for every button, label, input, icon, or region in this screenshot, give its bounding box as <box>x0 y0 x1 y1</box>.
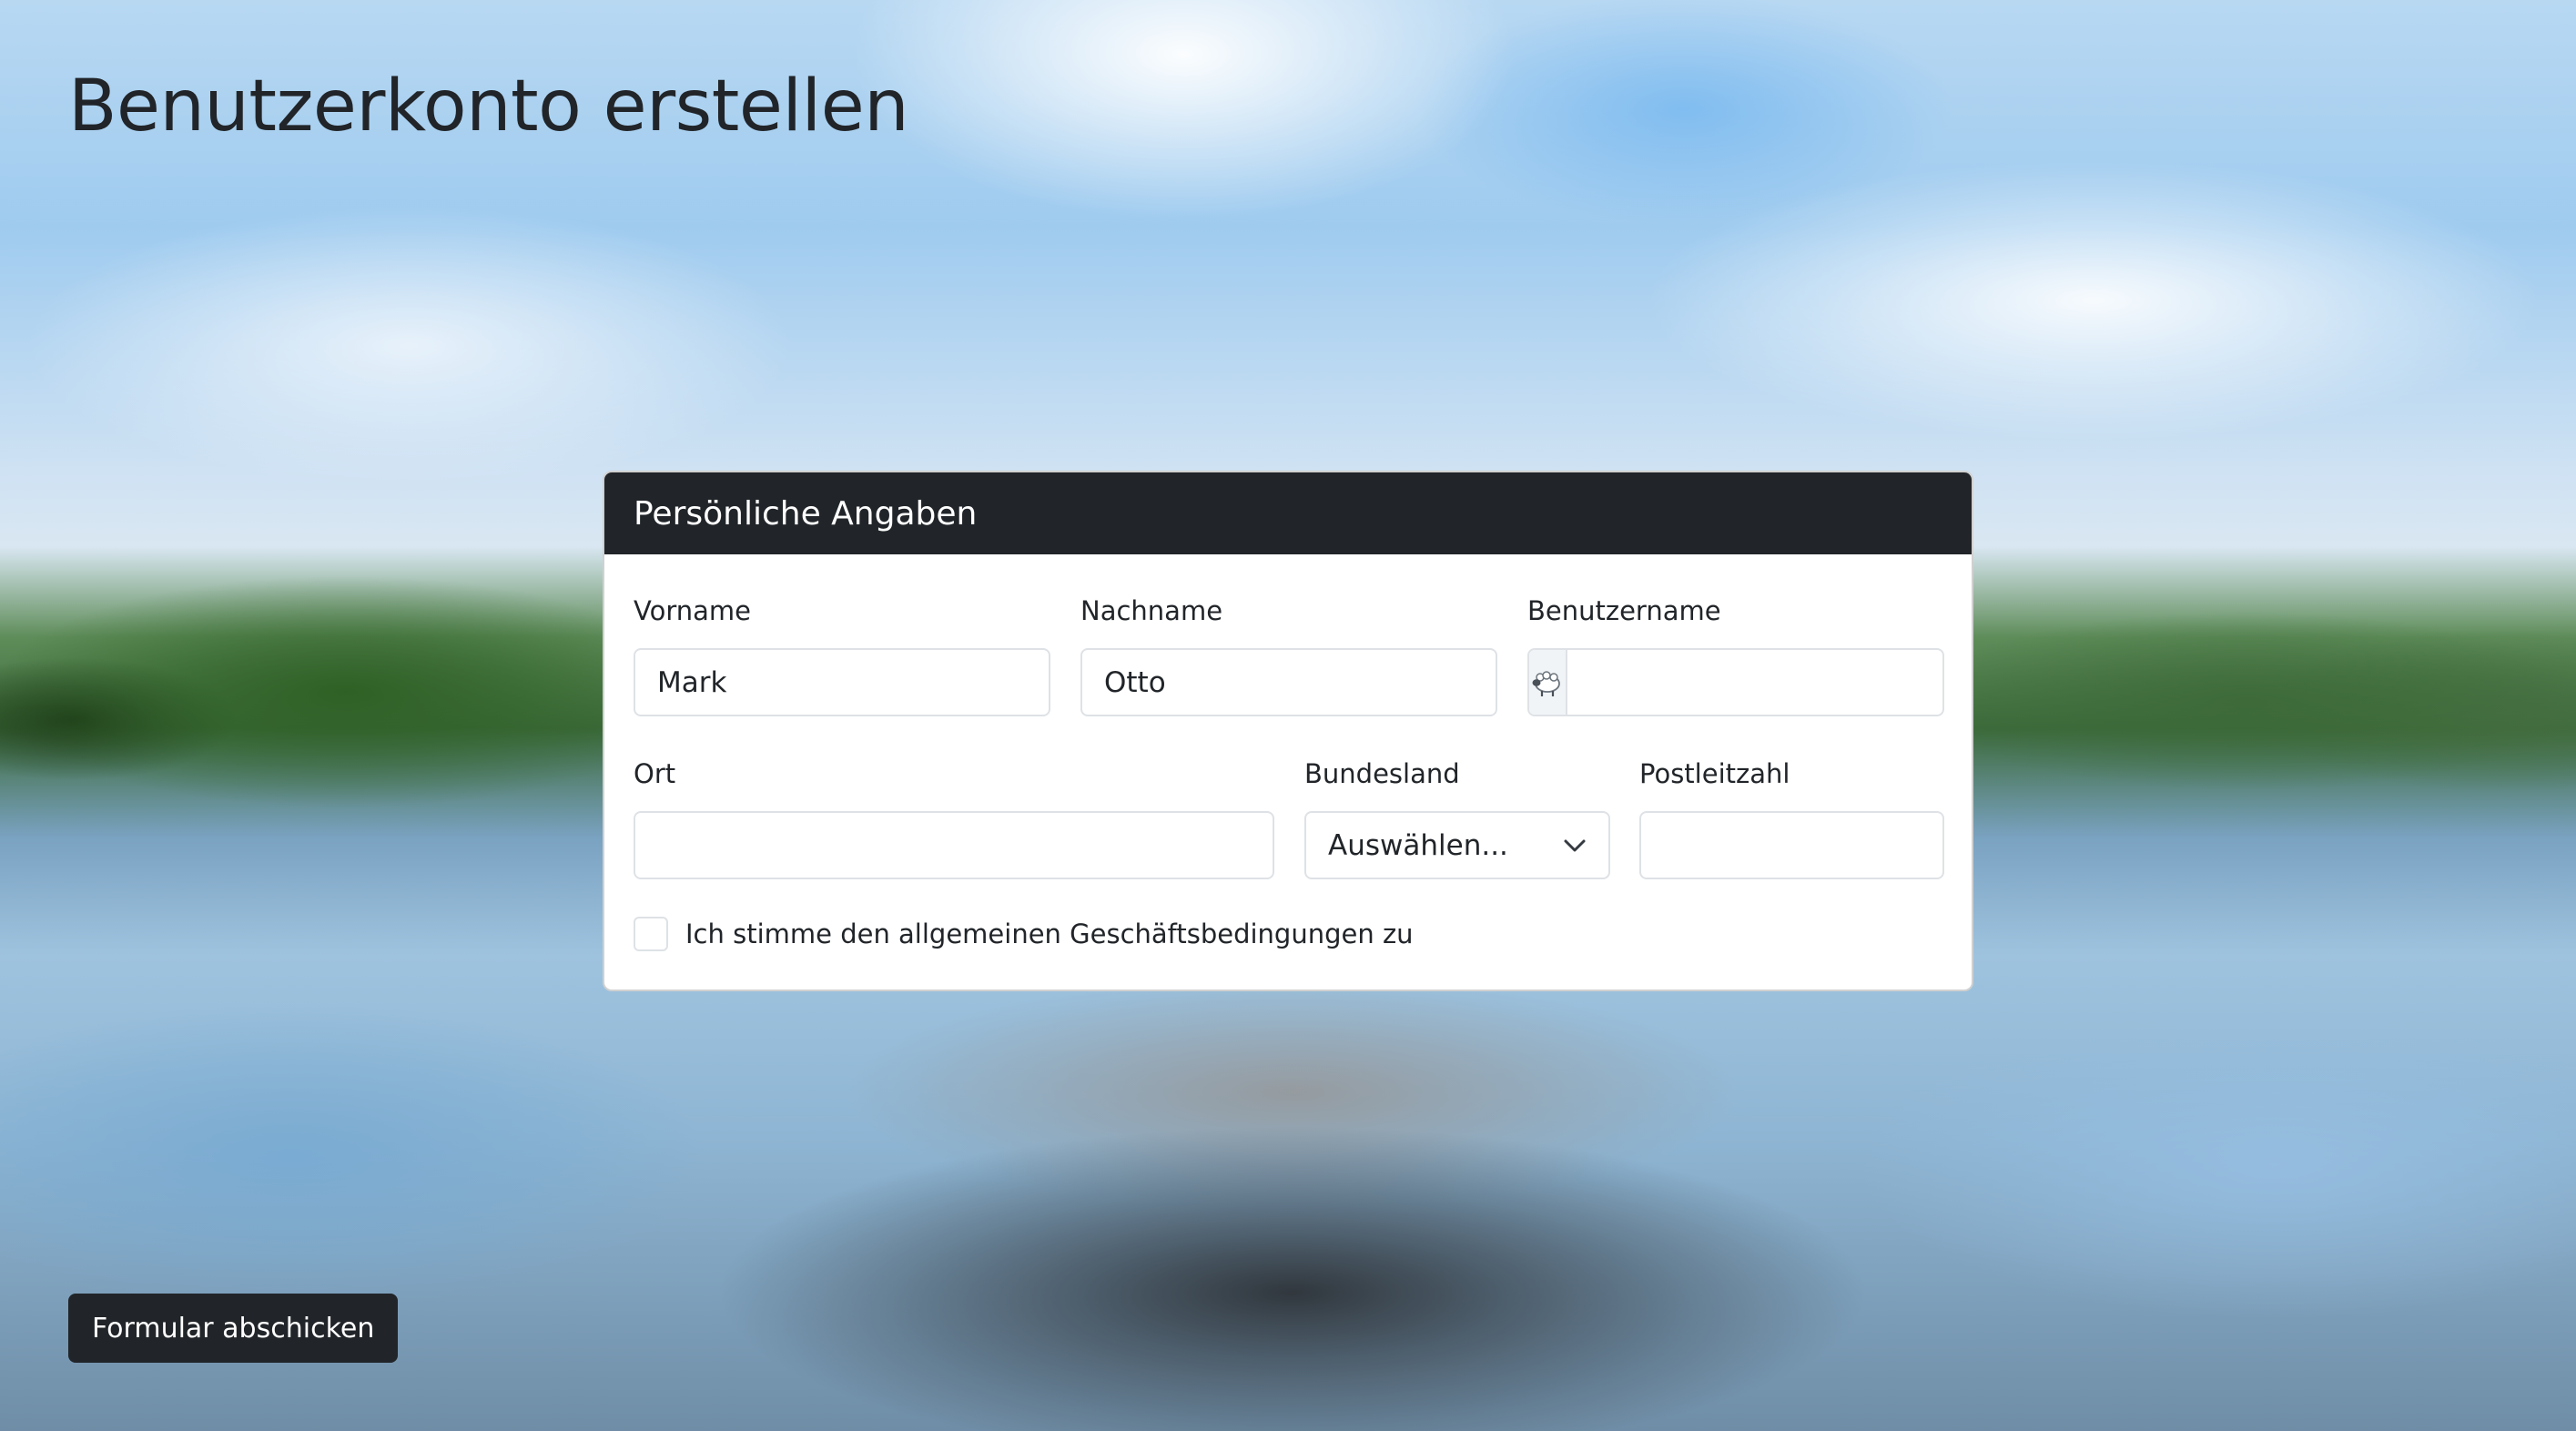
sheep-icon-svg <box>1532 670 1560 696</box>
page-title: Benutzerkonto erstellen <box>68 66 909 147</box>
personal-details-card: Persönliche Angaben Vorname Nachname Ben… <box>603 471 1973 991</box>
benutzername-input[interactable] <box>1567 650 1942 715</box>
card-header: Persönliche Angaben <box>604 472 1972 554</box>
nachname-label: Nachname <box>1080 595 1223 626</box>
ort-label: Ort <box>634 758 676 789</box>
chevron-down-icon <box>1564 839 1586 851</box>
postleitzahl-input[interactable] <box>1639 811 1944 879</box>
benutzername-input-group <box>1527 648 1944 716</box>
benutzername-label: Benutzername <box>1527 595 1721 626</box>
vorname-label: Vorname <box>634 595 751 626</box>
bundesland-label: Bundesland <box>1304 758 1460 789</box>
vorname-input[interactable] <box>634 648 1050 716</box>
agb-checkbox-label[interactable]: Ich stimme den allgemeinen Geschäftsbedi… <box>685 918 1414 949</box>
submit-form-button[interactable]: Formular abschicken <box>68 1294 399 1363</box>
agb-checkbox[interactable] <box>634 917 668 951</box>
nachname-input[interactable] <box>1080 648 1497 716</box>
sheep-icon <box>1529 650 1567 715</box>
ort-input[interactable] <box>634 811 1274 879</box>
postleitzahl-label: Postleitzahl <box>1639 758 1790 789</box>
bundesland-selected-value: Auswählen... <box>1328 828 1508 862</box>
bundesland-select[interactable]: Auswählen... <box>1304 811 1610 879</box>
